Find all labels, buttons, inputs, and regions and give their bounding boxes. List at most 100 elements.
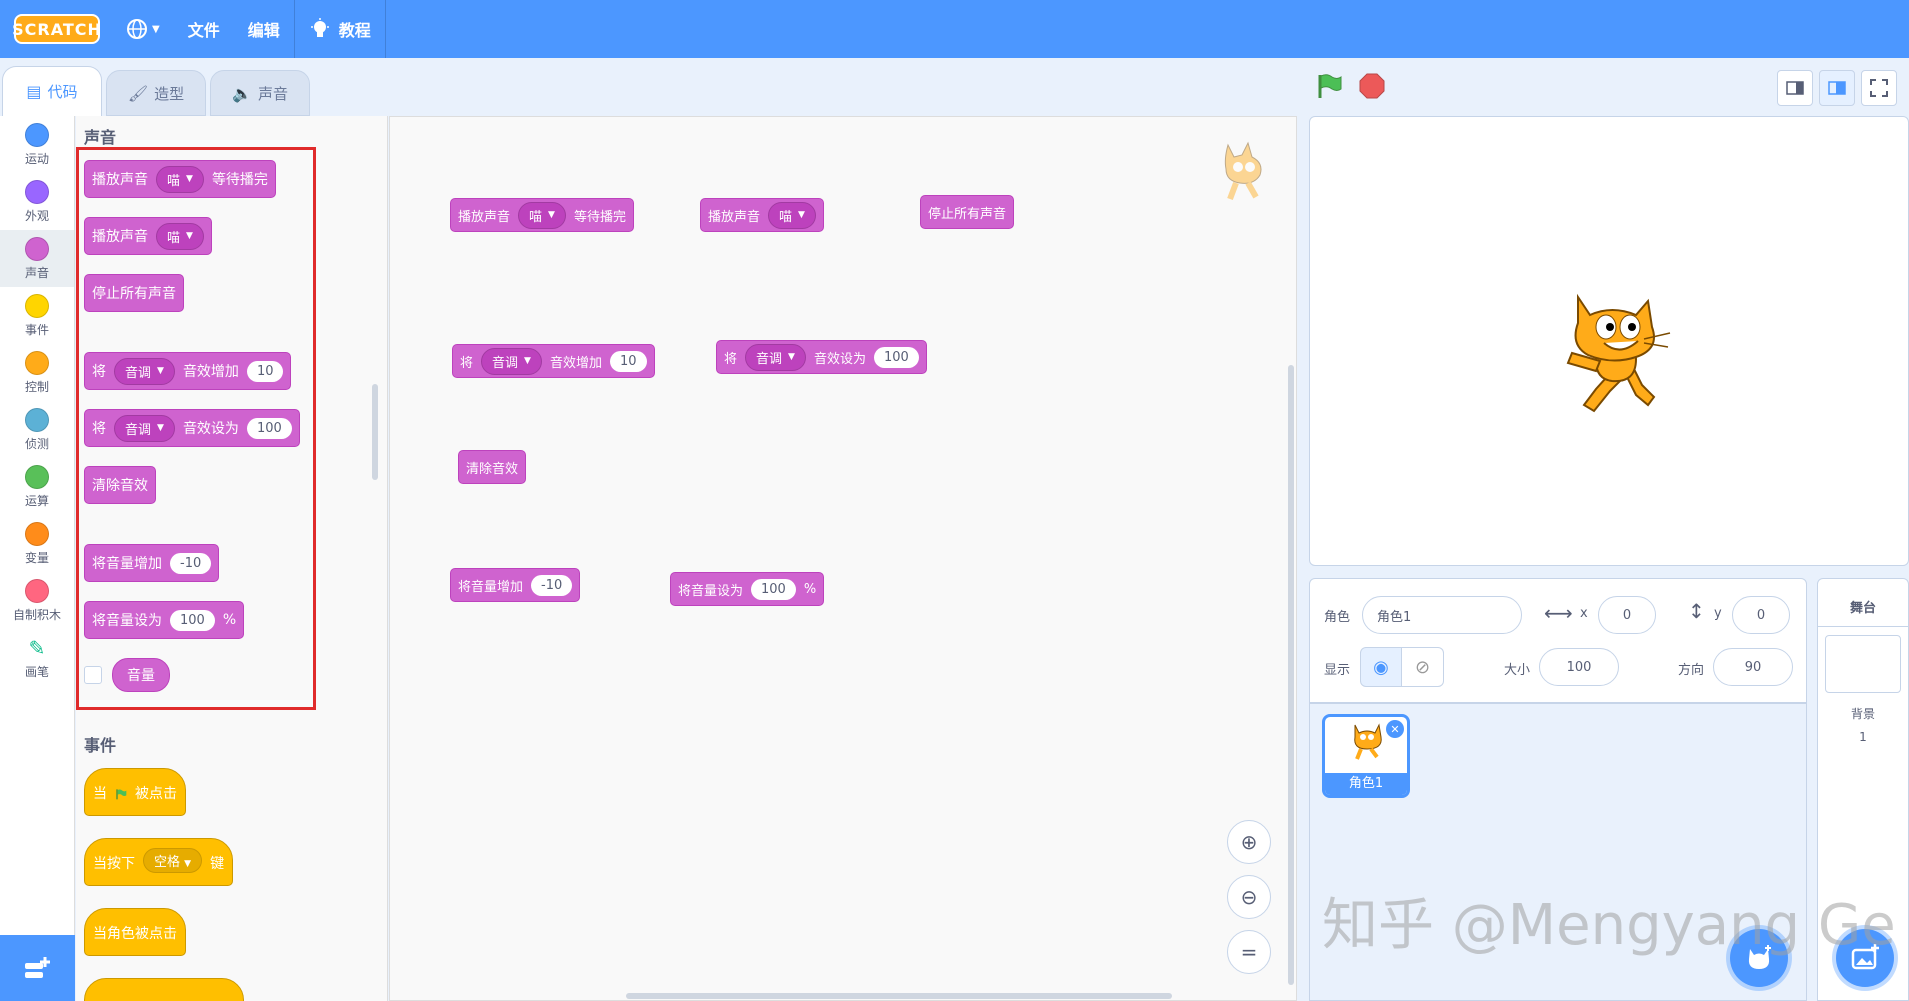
sprite-thumbnail[interactable]: ✕ 角色1: [1322, 714, 1410, 798]
stop-icon[interactable]: [1359, 73, 1385, 99]
add-extension-button[interactable]: [0, 935, 75, 1001]
zoom-reset-button[interactable]: =: [1227, 930, 1271, 974]
show-visible-button[interactable]: ◉: [1360, 647, 1402, 687]
chevron-down-icon: ▼: [152, 23, 160, 35]
set-effect-block[interactable]: 将 音调 ▼ 音效设为 100: [716, 340, 927, 374]
palette-scrollbar[interactable]: [372, 384, 378, 480]
chevron-down-icon: ▼: [788, 352, 795, 362]
dropdown-value: 喵: [779, 209, 793, 225]
show-hidden-button[interactable]: ⊘: [1402, 647, 1444, 687]
dropdown-value: 空格: [154, 855, 181, 870]
clear-effects-block[interactable]: 清除音效: [458, 450, 527, 484]
when-sprite-clicked-block[interactable]: 当角色被点击: [84, 908, 186, 956]
tab-sounds[interactable]: 🔈 声音: [210, 70, 310, 116]
backdrop-thumbnail[interactable]: [1825, 635, 1901, 693]
tutorials-menu[interactable]: 教程: [295, 0, 385, 58]
cat-sprite[interactable]: [1544, 277, 1674, 417]
block-text: 键: [210, 856, 225, 872]
stop-all-sounds-block[interactable]: 停止所有声音: [920, 195, 1015, 229]
show-toggle: ◉ ⊘: [1360, 647, 1444, 687]
category-label: 事件: [24, 322, 49, 337]
category-sensing[interactable]: 侦测: [0, 401, 74, 458]
effect-dropdown[interactable]: 音调 ▼: [745, 343, 806, 371]
category-my-blocks[interactable]: 自制积木: [0, 572, 74, 629]
category-motion[interactable]: 运动: [0, 116, 74, 173]
normal-stage-button[interactable]: [1819, 70, 1855, 106]
language-menu[interactable]: ▼: [112, 0, 174, 58]
chevron-down-icon: ▼: [524, 356, 531, 366]
sprite-info-panel: 角色 角色1 ⟷ x 0 ↕ y 0 显示 ◉ ⊘ 大小 100 方向 90: [1309, 578, 1807, 703]
stage-title: 舞台: [1849, 601, 1876, 616]
category-label: 运算: [24, 493, 49, 508]
green-flag-icon[interactable]: [1315, 72, 1343, 100]
annotation-highlight-box: [76, 147, 316, 710]
effect-dropdown[interactable]: 音调 ▼: [481, 347, 542, 375]
menu-bar: SCRATCH ▼ 文件 编辑 教程: [0, 0, 1909, 58]
sound-dropdown[interactable]: 喵 ▼: [518, 201, 566, 229]
number-input[interactable]: -10: [531, 574, 573, 596]
x-label: x: [1580, 606, 1588, 621]
small-stage-button[interactable]: [1777, 70, 1813, 106]
edit-menu[interactable]: 编辑: [234, 0, 294, 58]
sound-dropdown[interactable]: 喵 ▼: [768, 201, 816, 229]
size-input[interactable]: 100: [1539, 648, 1619, 686]
when-flag-clicked-block[interactable]: 当 被点击: [84, 768, 186, 816]
category-events[interactable]: 事件: [0, 287, 74, 344]
number-input[interactable]: 100: [873, 346, 919, 368]
direction-input[interactable]: 90: [1713, 648, 1793, 686]
when-key-pressed-block[interactable]: 当按下 空格 ▼ 键: [84, 838, 234, 886]
category-dot: [25, 578, 49, 603]
category-operators[interactable]: 运算: [0, 458, 74, 515]
category-looks[interactable]: 外观: [0, 173, 74, 230]
category-sound[interactable]: 声音: [0, 230, 74, 287]
category-label: 变量: [24, 550, 49, 565]
stage-size-buttons: [1777, 70, 1897, 106]
category-pen[interactable]: ✎ 画笔: [0, 629, 74, 686]
tab-code[interactable]: ▤ 代码: [2, 66, 102, 116]
dropdown-value: 音调: [492, 355, 519, 371]
green-flag-icon: [116, 789, 127, 800]
tab-costumes-label: 造型: [154, 84, 185, 103]
code-icon: ▤: [26, 82, 42, 101]
block-text: 被点击: [135, 786, 177, 802]
category-variables[interactable]: 变量: [0, 515, 74, 572]
fullscreen-icon: [1870, 79, 1888, 97]
category-dot: [25, 179, 49, 204]
change-volume-block[interactable]: 将音量增加 -10: [450, 568, 581, 602]
sprite-name-input[interactable]: 角色1: [1362, 596, 1522, 634]
key-dropdown[interactable]: 空格 ▼: [143, 848, 203, 873]
category-control[interactable]: 控制: [0, 344, 74, 401]
category-dot: [25, 464, 49, 489]
set-volume-block[interactable]: 将音量设为 100 %: [670, 572, 825, 606]
start-sound-block[interactable]: 播放声音 喵 ▼: [700, 198, 824, 232]
block-text: 将音量设为: [678, 583, 744, 599]
x-input[interactable]: 0: [1598, 596, 1656, 634]
category-label: 外观: [24, 208, 49, 223]
block-text: 当角色被点击: [93, 926, 177, 942]
zoom-out-button[interactable]: ⊖: [1227, 875, 1271, 919]
menu-divider: [384, 0, 386, 58]
script-workspace[interactable]: 播放声音 喵 ▼ 等待播完 播放声音 喵 ▼ 停止所有声音 将 音调 ▼ 音效增加 1…: [389, 116, 1297, 1001]
number-input[interactable]: 100: [751, 578, 796, 600]
horizontal-scrollbar[interactable]: [626, 993, 1172, 999]
y-input[interactable]: 0: [1732, 596, 1790, 634]
file-menu[interactable]: 文件: [174, 0, 234, 58]
y-label: y: [1714, 606, 1722, 621]
block-text: 将音量增加: [458, 579, 524, 595]
add-extension-icon: [24, 957, 50, 978]
play-sound-until-done-block[interactable]: 播放声音 喵 ▼ 等待播完: [450, 198, 634, 232]
category-dot: [25, 293, 49, 318]
number-input[interactable]: 10: [609, 350, 647, 372]
backdrops-count: 1: [1859, 730, 1867, 744]
event-block-partial[interactable]: [84, 978, 244, 1001]
scratch-logo[interactable]: SCRATCH: [12, 14, 101, 44]
category-label: 侦测: [24, 436, 49, 451]
category-label: 控制: [24, 379, 49, 394]
stage-canvas[interactable]: [1309, 116, 1909, 566]
fullscreen-button[interactable]: [1861, 70, 1897, 106]
vertical-scrollbar[interactable]: [1288, 365, 1294, 985]
zoom-in-button[interactable]: ⊕: [1227, 820, 1271, 864]
delete-sprite-button[interactable]: ✕: [1386, 720, 1404, 738]
tab-costumes[interactable]: 🖌 造型: [106, 70, 206, 116]
change-effect-block[interactable]: 将 音调 ▼ 音效增加 10: [452, 344, 655, 378]
